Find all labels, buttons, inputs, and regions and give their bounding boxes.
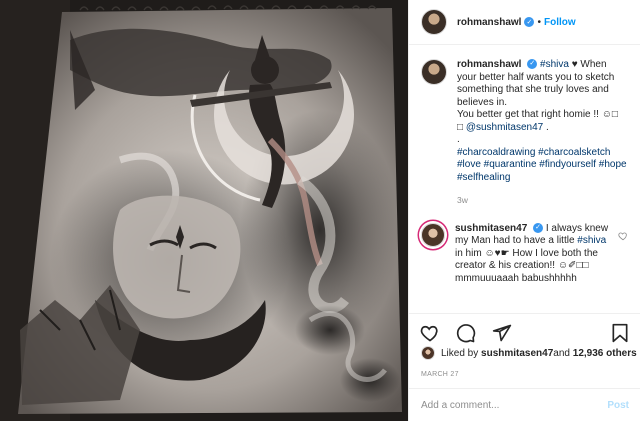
post-header: rohmanshawl ✓ • Follow <box>409 0 640 45</box>
caption-body: rohmanshawl ✓ #shiva ♥ When your better … <box>457 59 627 207</box>
caption-timestamp[interactable]: 3w <box>457 194 627 207</box>
commenter-avatar[interactable] <box>421 222 445 247</box>
post-details-panel: rohmanshawl ✓ • Follow rohmanshawl ✓ #sh… <box>408 0 640 421</box>
caption-hashtags[interactable]: #charcoaldrawing #charcoalsketch #love #… <box>457 147 627 183</box>
author-username[interactable]: rohmanshawl <box>457 17 521 28</box>
charcoal-sketch-image <box>0 0 408 421</box>
bookmark-icon <box>612 323 628 342</box>
verified-badge-icon: ✓ <box>527 59 538 70</box>
verified-badge-icon: ✓ <box>533 222 544 233</box>
liker-username[interactable]: sushmitasen47 <box>481 348 553 359</box>
comment-button[interactable] <box>455 322 477 344</box>
caption-username[interactable]: rohmanshawl <box>457 59 521 70</box>
follow-separator: • <box>537 16 541 28</box>
comment-hashtag-link[interactable]: #shiva <box>577 235 606 246</box>
add-comment-bar: Post <box>409 388 640 421</box>
likes-summary: Liked by sushmitasen47 and 12,936 others <box>421 346 637 360</box>
comment-item: sushmitasen47 ✓ I always knew my Man had… <box>421 222 628 286</box>
caption-avatar[interactable] <box>421 59 447 85</box>
post-date[interactable]: MARCH 27 <box>421 371 459 378</box>
comments-list[interactable]: rohmanshawl ✓ #shiva ♥ When your better … <box>409 45 640 313</box>
likes-count[interactable]: 12,936 others <box>573 348 637 359</box>
author-avatar[interactable] <box>421 9 447 35</box>
follow-button[interactable]: Follow <box>544 17 576 28</box>
save-button[interactable] <box>609 322 631 344</box>
likes-middle: and <box>553 347 570 359</box>
comment-text-end: in him ☺♥☛ How I love both the creator &… <box>455 247 598 284</box>
commenter-username[interactable]: sushmitasen47 <box>455 223 527 234</box>
hashtag-link[interactable]: #shiva <box>540 59 569 70</box>
comment-body: sushmitasen47 ✓ I always knew my Man had… <box>455 223 612 286</box>
liker-avatar[interactable] <box>421 346 435 360</box>
post-image[interactable] <box>0 0 408 421</box>
heart-icon <box>420 325 438 341</box>
caption-text-line2: You better get that right homie !! ☺□ <box>457 109 618 120</box>
likes-prefix: Liked by <box>441 347 479 359</box>
comment-icon <box>456 323 476 342</box>
like-button[interactable] <box>419 322 441 344</box>
share-button[interactable] <box>491 322 513 344</box>
comment-like-heart-icon[interactable] <box>618 231 628 241</box>
add-comment-input[interactable] <box>421 399 608 411</box>
share-icon <box>492 324 512 341</box>
caption-text-line3: □ <box>457 121 466 133</box>
caption: rohmanshawl ✓ #shiva ♥ When your better … <box>421 59 628 207</box>
mention-link[interactable]: @sushmitasen47 <box>466 122 543 133</box>
caption-dot-line: . <box>457 134 460 145</box>
post-comment-button[interactable]: Post <box>607 400 629 411</box>
caption-text-line3-end: . <box>543 121 549 133</box>
verified-badge-icon: ✓ <box>524 17 535 27</box>
